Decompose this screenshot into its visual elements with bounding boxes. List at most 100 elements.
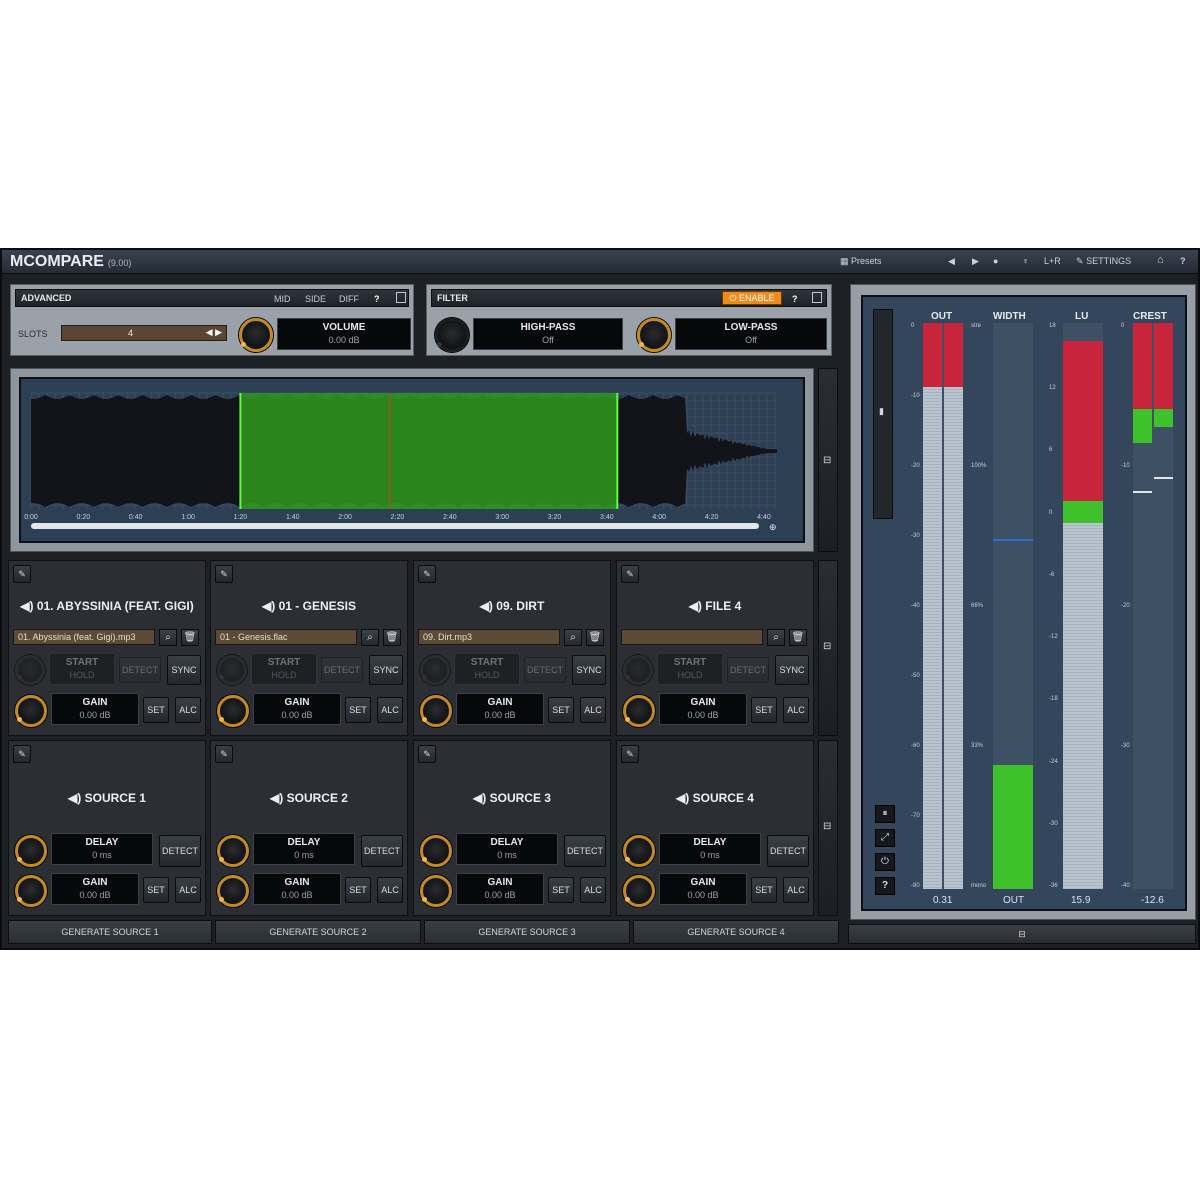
delete-icon[interactable]: 🗑 (789, 629, 807, 646)
gain-display[interactable]: GAIN 0.00 dB (253, 873, 341, 905)
help-button[interactable]: ? (1180, 256, 1186, 266)
generate-source-3-button[interactable]: GENERATE SOURCE 3 (424, 920, 630, 944)
selection-region[interactable] (240, 393, 618, 509)
gain-display[interactable]: GAIN 0.00 dB (456, 873, 544, 905)
start-display[interactable]: START HOLD (49, 653, 115, 685)
alc-button[interactable]: ALC (175, 877, 201, 903)
file-name-field[interactable]: 01. Abyssinia (feat. Gigi).mp3 (13, 629, 155, 645)
file-name-field[interactable] (621, 629, 763, 645)
delete-icon[interactable]: 🗑 (586, 629, 604, 646)
sync-button[interactable]: SYNC (572, 655, 606, 685)
generate-source-2-button[interactable]: GENERATE SOURCE 2 (215, 920, 421, 944)
gain-knob[interactable] (420, 875, 452, 907)
gain-knob[interactable] (623, 695, 655, 727)
edit-icon[interactable]: ✎ (418, 745, 436, 763)
waveform-scrollbar[interactable] (31, 523, 759, 529)
sync-button[interactable]: SYNC (369, 655, 403, 685)
gain-knob[interactable] (217, 875, 249, 907)
gain-display[interactable]: GAIN 0.00 dB (456, 693, 544, 725)
set-button[interactable]: SET (548, 877, 574, 903)
detect-button[interactable]: DETECT (767, 835, 809, 867)
edit-icon[interactable]: ✎ (13, 745, 31, 763)
file-name-field[interactable]: 09. Dirt.mp3 (418, 629, 560, 645)
slots-selector[interactable]: 4 ◀ ▶ (61, 325, 227, 341)
start-display[interactable]: START HOLD (657, 653, 723, 685)
edit-icon[interactable]: ✎ (215, 565, 233, 583)
home-button[interactable]: ⌂ (1157, 254, 1164, 266)
detect-button[interactable]: DETECT (727, 657, 769, 683)
settings-button[interactable]: ✎ SETTINGS (1076, 256, 1131, 267)
lowpass-knob[interactable] (637, 318, 671, 352)
delay-knob[interactable] (15, 835, 47, 867)
detect-button[interactable]: DETECT (159, 835, 201, 867)
filter-collapse-icon[interactable] (812, 292, 822, 303)
advanced-help-button[interactable]: ? (374, 294, 380, 304)
set-button[interactable]: SET (143, 877, 169, 903)
filter-help-button[interactable]: ? (792, 294, 798, 304)
delay-display[interactable]: DELAY 0 ms (456, 833, 558, 865)
browse-icon[interactable]: ⌕ (767, 629, 785, 646)
set-button[interactable]: SET (751, 877, 777, 903)
set-button[interactable]: SET (345, 697, 371, 723)
detect-button[interactable]: DETECT (119, 657, 161, 683)
zoom-icon[interactable]: ⊕ (769, 522, 777, 532)
set-button[interactable]: SET (548, 697, 574, 723)
sync-button[interactable]: SYNC (167, 655, 201, 685)
stereo-icon[interactable]: ♆ (1022, 256, 1029, 266)
highpass-display[interactable]: HIGH-PASS Off (473, 318, 623, 350)
highpass-knob[interactable] (435, 318, 469, 352)
next-preset-button[interactable]: ▶ (972, 256, 979, 267)
edit-icon[interactable]: ✎ (215, 745, 233, 763)
gain-knob[interactable] (15, 695, 47, 727)
edit-icon[interactable]: ✎ (621, 565, 639, 583)
delete-icon[interactable]: 🗑 (383, 629, 401, 646)
diff-button[interactable]: DIFF (339, 294, 359, 304)
detect-button[interactable]: DETECT (361, 835, 403, 867)
presets-button[interactable]: ▦ Presets (840, 256, 882, 267)
prev-preset-button[interactable]: ◀ (948, 256, 955, 267)
file-name-field[interactable]: 01 - Genesis.flac (215, 629, 357, 645)
gain-knob[interactable] (623, 875, 655, 907)
gain-display[interactable]: GAIN 0.00 dB (659, 693, 747, 725)
meters-help-button[interactable]: ? (875, 877, 895, 895)
volume-knob[interactable] (239, 318, 273, 352)
waveform-graph[interactable]: 0:00 0:20 0:40 1:00 1:20 1:40 2:00 2:20 2:40 3:00… (21, 379, 803, 541)
alc-button[interactable]: ALC (783, 877, 809, 903)
delay-display[interactable]: DELAY 0 ms (51, 833, 153, 865)
waveform-side-button[interactable]: ⊟ (818, 368, 838, 552)
volume-display[interactable]: VOLUME 0.00 dB (277, 318, 411, 350)
sources-side-button[interactable]: ⊟ (818, 740, 838, 916)
pause-button[interactable]: ⏸ (875, 805, 895, 823)
sync-button[interactable]: SYNC (775, 655, 809, 685)
delete-icon[interactable]: 🗑 (181, 629, 199, 646)
start-display[interactable]: START HOLD (251, 653, 317, 685)
start-knob[interactable] (217, 655, 247, 685)
detect-button[interactable]: DETECT (524, 657, 566, 683)
gain-display[interactable]: GAIN 0.00 dB (659, 873, 747, 905)
alc-button[interactable]: ALC (377, 877, 403, 903)
set-button[interactable]: SET (751, 697, 777, 723)
start-display[interactable]: START HOLD (454, 653, 520, 685)
files-side-button[interactable]: ⊟ (818, 560, 838, 736)
meters-collapse-button[interactable]: ⊟ (848, 924, 1196, 944)
edit-icon[interactable]: ✎ (418, 565, 436, 583)
gain-display[interactable]: GAIN 0.00 dB (253, 693, 341, 725)
edit-icon[interactable]: ✎ (13, 565, 31, 583)
set-button[interactable]: SET (345, 877, 371, 903)
start-knob[interactable] (15, 655, 45, 685)
reset-button[interactable]: ⏻ (875, 853, 895, 871)
start-knob[interactable] (420, 655, 450, 685)
browse-icon[interactable]: ⌕ (159, 629, 177, 646)
delay-knob[interactable] (420, 835, 452, 867)
alc-button[interactable]: ALC (580, 877, 606, 903)
start-knob[interactable] (623, 655, 653, 685)
generate-source-1-button[interactable]: GENERATE SOURCE 1 (8, 920, 212, 944)
set-button[interactable]: SET (143, 697, 169, 723)
gain-knob[interactable] (420, 695, 452, 727)
delay-display[interactable]: DELAY 0 ms (253, 833, 355, 865)
gain-knob[interactable] (15, 875, 47, 907)
meter-scroll[interactable]: ▮ (873, 309, 893, 519)
alc-button[interactable]: ALC (783, 697, 809, 723)
lowpass-display[interactable]: LOW-PASS Off (675, 318, 827, 350)
gain-knob[interactable] (217, 695, 249, 727)
